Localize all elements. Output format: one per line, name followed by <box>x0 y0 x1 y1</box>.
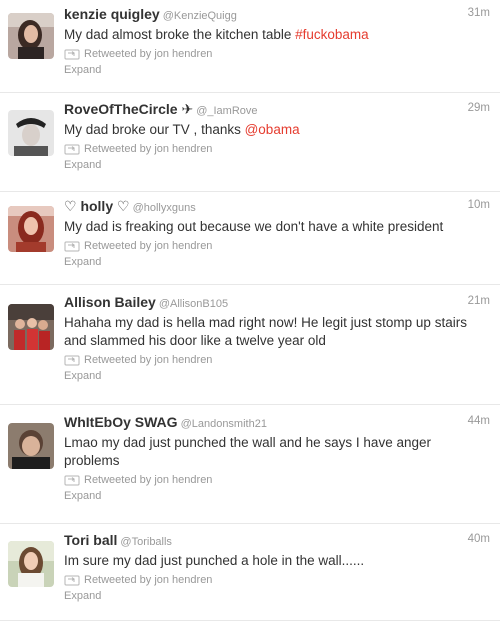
tweet-fullname[interactable]: ♡ holly ♡ <box>64 198 130 214</box>
tweet-timeline: kenzie quigley @KenzieQuigg 31m My dad al… <box>0 6 500 621</box>
tweet-text-body: My dad broke our TV , thanks <box>64 122 245 137</box>
avatar[interactable] <box>8 541 54 587</box>
tweet-text: My dad is freaking out because we don't … <box>64 219 444 234</box>
retweet-icon <box>64 475 80 485</box>
avatar-photo-icon <box>8 541 54 587</box>
tweet-username[interactable]: @KenzieQuigg <box>163 10 237 22</box>
tweet-fullname[interactable]: kenzie quigley <box>64 6 160 22</box>
expand-link[interactable]: Expand <box>64 490 490 502</box>
tweet-item[interactable]: ♡ holly ♡ @hollyxguns 10m My dad is freak… <box>0 198 500 285</box>
avatar[interactable] <box>8 13 54 59</box>
expand-link[interactable]: Expand <box>64 590 490 602</box>
avatar-photo-icon <box>8 423 54 469</box>
retweet-icon <box>64 241 80 251</box>
tweet-item[interactable]: RoveOfTheCircle ✈ @_IamRove 29m My dad br… <box>0 101 500 192</box>
retweet-context: Retweeted by jon hendren <box>64 46 490 62</box>
retweet-context: Retweeted by jon hendren <box>64 472 490 488</box>
retweet-context: Retweeted by jon hendren <box>64 572 490 588</box>
avatar[interactable] <box>8 206 54 252</box>
tweet-item[interactable]: WhItEbOy SWAG @Landonsmith21 44m Lmao my … <box>0 414 500 524</box>
tweet-item[interactable]: Allison Bailey @AllisonB105 21m Hahaha my… <box>0 294 500 405</box>
expand-link[interactable]: Expand <box>64 64 490 76</box>
expand-link[interactable]: Expand <box>64 370 490 382</box>
tweet-fullname[interactable]: WhItEbOy SWAG <box>64 414 178 430</box>
tweet-timestamp[interactable]: 44m <box>468 415 490 427</box>
tweet-text: My dad almost broke the kitchen table #f… <box>64 26 490 44</box>
retweet-icon <box>64 355 80 365</box>
retweet-context: Retweeted by jon hendren <box>64 352 490 368</box>
tweet-timestamp[interactable]: 21m <box>468 295 490 307</box>
tweet-text: Lmao my dad just punched the wall and he… <box>64 435 435 468</box>
avatar-photo-icon <box>8 304 54 350</box>
tweet-text: My dad broke our TV , thanks @obama <box>64 121 490 139</box>
retweeted-by-label[interactable]: Retweeted by jon hendren <box>84 574 212 586</box>
retweet-icon <box>64 49 80 59</box>
tweet-timestamp[interactable]: 10m <box>468 199 490 211</box>
retweet-context: Retweeted by jon hendren <box>64 141 490 157</box>
tweet-username[interactable]: @Landonsmith21 <box>181 418 267 430</box>
tweet-username[interactable]: @_IamRove <box>196 105 257 117</box>
avatar[interactable] <box>8 110 54 156</box>
avatar-photo-icon <box>8 13 54 59</box>
retweeted-by-label[interactable]: Retweeted by jon hendren <box>84 474 212 486</box>
retweet-icon <box>64 575 80 585</box>
retweeted-by-label[interactable]: Retweeted by jon hendren <box>84 240 212 252</box>
avatar[interactable] <box>8 304 54 350</box>
tweet-fullname[interactable]: RoveOfTheCircle ✈ <box>64 101 193 117</box>
tweet-timestamp[interactable]: 31m <box>468 7 490 19</box>
avatar-photo-icon <box>8 206 54 252</box>
tweet-timestamp[interactable]: 29m <box>468 102 490 114</box>
tweet-username[interactable]: @AllisonB105 <box>159 298 228 310</box>
tweet-mention[interactable]: @obama <box>245 122 300 137</box>
retweet-context: Retweeted by jon hendren <box>64 238 490 254</box>
tweet-username[interactable]: @hollyxguns <box>133 202 196 214</box>
tweet-timestamp[interactable]: 40m <box>468 533 490 545</box>
tweet-item[interactable]: kenzie quigley @KenzieQuigg 31m My dad al… <box>0 6 500 93</box>
expand-link[interactable]: Expand <box>64 159 490 171</box>
retweeted-by-label[interactable]: Retweeted by jon hendren <box>84 48 212 60</box>
retweeted-by-label[interactable]: Retweeted by jon hendren <box>84 354 212 366</box>
tweet-fullname[interactable]: Allison Bailey <box>64 294 156 310</box>
tweet-item[interactable]: Tori ball @Toriballs 40m Im sure my dad j… <box>0 532 500 621</box>
avatar[interactable] <box>8 423 54 469</box>
tweet-hashtag[interactable]: #fuckobama <box>295 27 369 42</box>
retweet-icon <box>64 144 80 154</box>
tweet-fullname[interactable]: Tori ball <box>64 532 117 548</box>
tweet-username[interactable]: @Toriballs <box>120 536 172 548</box>
tweet-text-body: My dad almost broke the kitchen table <box>64 27 296 42</box>
tweet-text: Hahaha my dad is hella mad right now! He… <box>64 315 471 348</box>
expand-link[interactable]: Expand <box>64 256 490 268</box>
retweeted-by-label[interactable]: Retweeted by jon hendren <box>84 143 212 155</box>
avatar-photo-icon <box>8 110 54 156</box>
tweet-text: Im sure my dad just punched a hole in th… <box>64 553 365 568</box>
